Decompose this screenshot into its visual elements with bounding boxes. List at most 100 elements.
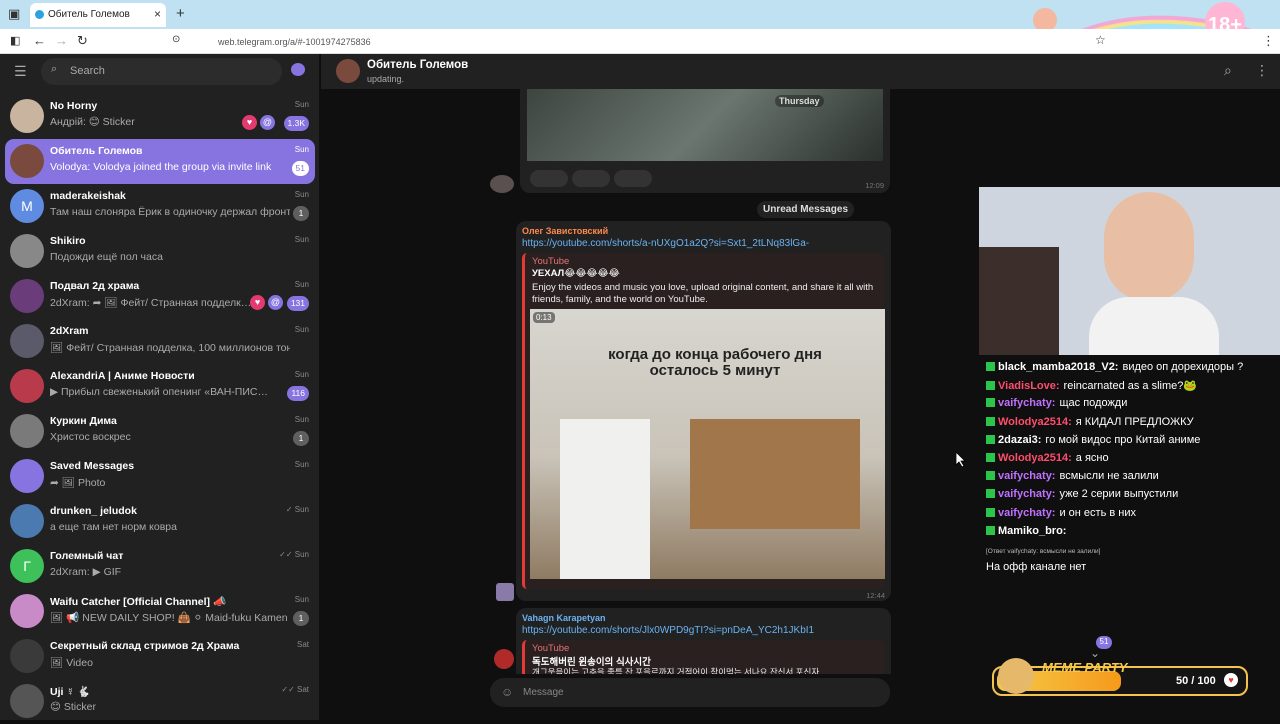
chat-item[interactable]: Обитель Големов Volodya: Volodya joined t… [5,139,315,184]
chat-item[interactable]: Секретный склад стримов 2д Храма 🖼 Video S… [5,634,315,679]
chat-last-message: 🖼 Фейт/ Странная подделка, 100 миллионов… [50,342,290,354]
chat-item[interactable]: 2dXram 🖼 Фейт/ Странная подделка, 100 мил… [5,319,315,364]
emoji-status-icon[interactable] [291,63,305,76]
chat-item[interactable]: Waifu Catcher [Official Channel] 📣 🖼 📢 NE… [5,589,315,634]
mouse-cursor-icon [956,452,966,467]
chat-item[interactable]: drunken_ jeludok а еще там нет норм ковра… [5,499,315,544]
reaction-thumbsdown[interactable] [530,170,568,187]
url-field[interactable]: web.telegram.org/a/#-1001974275836 [218,37,371,47]
menu-icon[interactable]: ☰ [14,63,27,80]
chat-item[interactable]: Mmaderakeishak Там наш слоняра Ёрик в оди… [5,184,315,229]
chat-avatar [10,414,44,448]
browser-menu-icon[interactable]: ⋮ [1262,33,1275,49]
search-placeholder: Search [70,65,105,77]
reaction-2[interactable] [572,170,610,187]
chat-last-message: 2dXram: ▶ GIF [50,566,122,578]
chat-item[interactable]: Куркин Дима Христос воскрес Sun 1 [5,409,315,454]
chat-name: Shikiro [50,235,86,247]
chat-name: Uji ☿ 🐇 [50,686,91,698]
stream-chat-line: Mamiko_bro: [986,525,1070,537]
link-message-2[interactable]: Vahagn Karapetyan https://youtube.com/sh… [516,608,891,674]
close-tab-icon[interactable]: × [154,7,161,21]
chat-time: ✓ Sun [285,505,309,514]
meme-progress: 50 / 100 [1176,675,1216,687]
message-link[interactable]: https://youtube.com/shorts/a-nUXgO1a2Q?s… [522,238,809,249]
unread-badge: 116 [287,386,309,401]
sidebar-toggle-icon[interactable]: ◧ [10,34,20,47]
search-icon: ⌕ [51,63,58,75]
stream-chat-line: vaifychaty: всмысли не залили [986,470,1159,482]
sender-avatar[interactable] [494,649,514,669]
chat-time: Sun [294,100,309,109]
chat-avatar [10,144,44,178]
stream-chat-line: Wolodya2514: а ясно [986,452,1109,464]
message-sender[interactable]: Vahagn Karapetyan [522,613,606,623]
preview-site: YouTube [532,643,570,654]
scroll-down-icon[interactable]: ⌄ [1090,646,1100,660]
stream-chat-user: Mamiko_bro: [998,524,1067,537]
link-preview[interactable]: YouTube 독도해버린 윈송이의 식사시간 개그웃음이는 고추을 좋를 잔 … [522,640,884,674]
emoji-icon[interactable]: ☺ [501,685,513,699]
forward-icon[interactable]: → [55,33,68,48]
message-sender[interactable]: Олег Завистовский [522,226,608,236]
chat-title: Обитель Големов [367,59,469,71]
sender-avatar[interactable] [490,175,514,193]
chat-item[interactable]: Saved Messages ➦ 🖼 Photo Sun [5,454,315,499]
chat-last-message: Volodya: Volodya joined the group via in… [50,161,272,173]
chat-name: Куркин Дима [50,415,117,427]
chat-name: No Horny [50,100,98,112]
chat-avatar [10,369,44,403]
stream-chat-line: black_mamba2018_V2: видео оп дорехидоры ? [986,361,1243,373]
browser-tab[interactable]: Обитель Големов × [30,3,166,27]
chat-time: Sun [294,325,309,334]
chat-item[interactable]: Г Големный чат 2dXram: ▶ GIF ✓✓ Sun [5,544,315,589]
video-duration: 0:13 [533,312,555,323]
reaction-3[interactable] [614,170,652,187]
back-icon[interactable]: ← [33,33,46,48]
chat-item[interactable]: Uji ☿ 🐇 😊 Sticker ✓✓ Sat [5,679,315,724]
meme-party-widget: MEME PARTY 50 / 100 ♥ [992,658,1248,696]
chat-search-icon[interactable]: ⌕ [1224,62,1232,79]
site-info-icon[interactable]: ⊙ [172,34,180,45]
chat-time: Sun [294,235,309,244]
message-photo[interactable] [527,89,883,161]
chat-avatar[interactable] [336,59,360,83]
chat-item[interactable]: No Horny Андрій: 😊 Sticker Sun 1.3K ♥ @ [5,94,315,139]
tab-actions-icon[interactable]: ▣ [8,6,20,22]
preview-title: УЕХАЛ😂😂😂😂😂 [532,268,620,279]
chat-status: updating. [367,74,405,84]
message-time: 12:44 [866,591,885,600]
chat-menu-icon[interactable]: ⋮ [1255,62,1269,79]
stream-chat-user: ViadisLove: [998,380,1060,393]
bookmark-icon[interactable]: ☆ [1095,33,1106,47]
chat-item[interactable]: AlexandriA | Аниме Новости ▶ Прибыл свеже… [5,364,315,409]
chat-time: Sun [294,460,309,469]
chat-last-message: ➦ 🖼 Photo [50,477,106,489]
chat-last-message: 🖼 📢 NEW DAILY SHOP! 👜 ⚪ Maid-fuku Kamen … [50,612,290,624]
link-preview[interactable]: YouTube УЕХАЛ😂😂😂😂😂 Enjoy the videos and … [522,253,885,589]
chat-item[interactable]: Shikiro Подожди ещё пол часа Sun [5,229,315,274]
unread-badge: 1 [293,431,309,446]
chat-avatar [10,324,44,358]
reload-icon[interactable]: ↻ [77,33,88,49]
chat-time: ✓✓ Sat [281,685,309,694]
chat-last-message: Христос воскрес [50,431,131,443]
message-input[interactable]: ☺ Message [490,678,890,707]
address-bar: ◧ ← → ↻ ⊙ web.telegram.org/a/#-100197427… [0,29,1280,54]
chat-name: Големный чат [50,550,124,562]
new-tab-icon[interactable]: + [176,5,185,22]
message-time: 12:09 [865,181,884,190]
stream-chat-text: и он есть в них [1059,506,1136,519]
kick-badge-icon [986,525,995,535]
video-preview[interactable]: когда до конца рабочего дня осталось 5 м… [530,309,885,579]
message-link[interactable]: https://youtube.com/shorts/Jlx0WPD9gTI?s… [522,625,814,636]
chat-header[interactable]: Обитель Големов updating. ⌕ ⋮ [321,54,1280,89]
chat-name: AlexandriA | Аниме Новости [50,370,195,382]
search-input[interactable]: ⌕ Search [41,58,282,85]
link-message-1[interactable]: Олег Завистовский https://youtube.com/sh… [516,221,891,601]
chat-last-message: 🖼 Video [50,657,93,669]
sender-avatar[interactable] [496,583,514,601]
chat-time: ✓✓ Sun [279,550,309,559]
chat-item[interactable]: Подвал 2д храма 2dXram: ➦ 🖼 Фейт/ Странна… [5,274,315,319]
photo-message[interactable]: Thursday 12:09 [520,89,890,193]
